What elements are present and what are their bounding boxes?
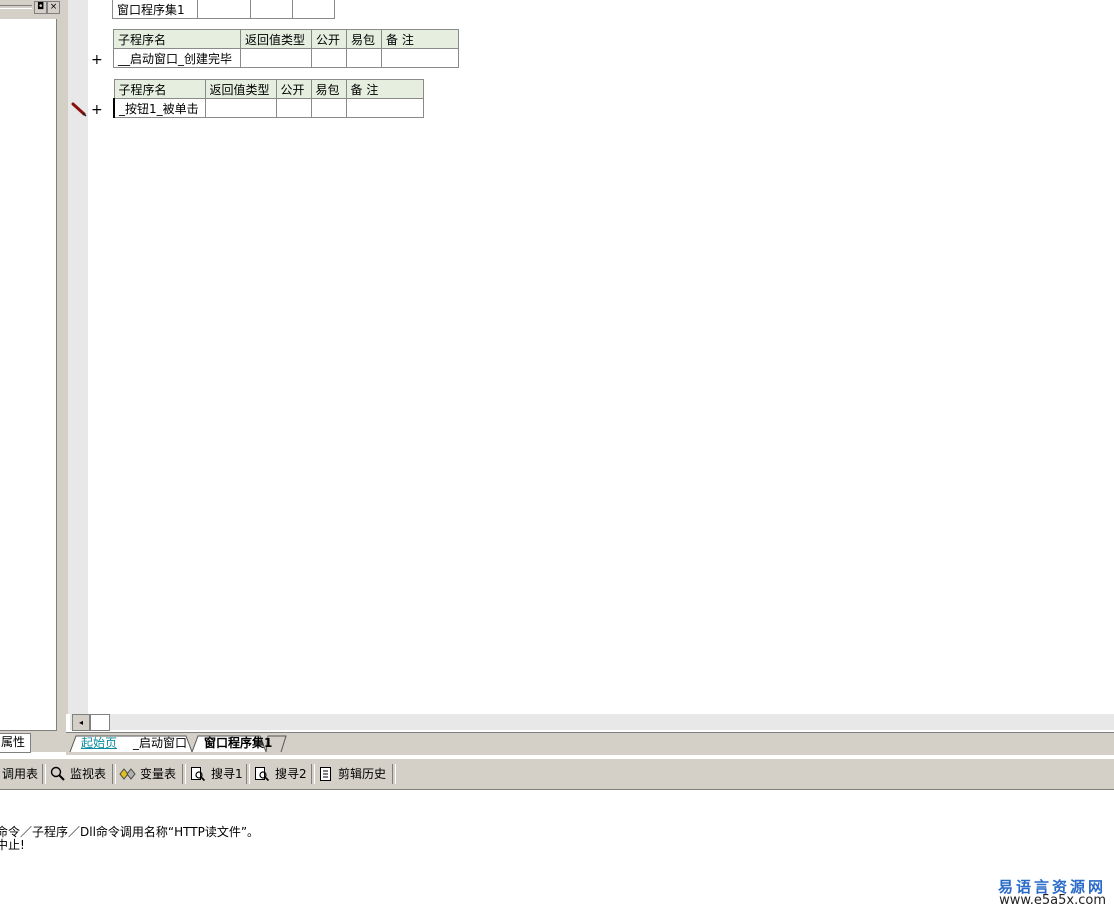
header-public: 公开 [311, 29, 347, 49]
variables-icon [119, 768, 136, 780]
scroll-left-icon[interactable]: ◂ [72, 714, 90, 731]
header-remark: 备 注 [381, 29, 459, 49]
header-epackage: 易包 [310, 79, 347, 99]
class-cell[interactable] [250, 0, 293, 19]
tab-search-1[interactable]: 搜寻1 [211, 765, 243, 783]
output-line: 命令／子程序／Dll命令调用名称“HTTP读文件”。 [0, 825, 260, 839]
header-public: 公开 [275, 79, 312, 99]
watermark-url: www.e5a5x.com [999, 893, 1106, 908]
return-type-cell[interactable] [240, 48, 312, 68]
magnifier-icon [50, 766, 65, 781]
output-panel[interactable] [0, 790, 1114, 914]
class-cell[interactable] [197, 0, 251, 19]
tab-watch-table[interactable]: 监视表 [70, 765, 106, 783]
restore-icon[interactable]: ◘ [34, 1, 47, 14]
panel-divider [0, 5, 32, 9]
class-table[interactable]: 窗口程序集1 [112, 0, 335, 19]
toolbar-separator [246, 764, 250, 784]
tab-startup-window[interactable]: _启动窗口 [133, 736, 187, 752]
toolbar-separator [42, 764, 46, 784]
sub-program-table[interactable]: 子程序名 返回值类型 公开 易包 备 注 __启动窗口_创建完毕 [113, 29, 459, 68]
header-sub-name: 子程序名 [113, 79, 206, 99]
tab-start-page[interactable]: 起始页 [81, 736, 117, 752]
epackage-cell[interactable] [346, 48, 382, 68]
header-return-type: 返回值类型 [204, 79, 277, 99]
sub-name-cell[interactable]: _按钮1_被单击 [113, 98, 206, 118]
sub-name-cell[interactable]: __启动窗口_创建完毕 [113, 48, 241, 68]
sub-program-table[interactable]: 子程序名 返回值类型 公开 易包 备 注 _按钮1_被单击 [113, 79, 424, 118]
epackage-cell[interactable] [310, 98, 347, 118]
public-cell[interactable] [275, 98, 312, 118]
tab-window-assembly[interactable]: 窗口程序集1 [204, 736, 272, 752]
property-list[interactable] [0, 19, 57, 731]
toolbar-separator [182, 764, 186, 784]
tab-variable-table[interactable]: 变量表 [140, 765, 176, 783]
scroll-thumb[interactable] [90, 714, 110, 731]
class-name-cell[interactable]: 窗口程序集1 [112, 0, 198, 19]
tab-properties[interactable]: 属性 [0, 733, 31, 753]
expand-icon[interactable]: + [91, 103, 103, 117]
expand-icon[interactable]: + [91, 53, 103, 67]
return-type-cell[interactable] [204, 98, 277, 118]
tab-call-table[interactable]: 调用表 [2, 765, 38, 783]
class-cell[interactable] [292, 0, 335, 19]
tab-search-2[interactable]: 搜寻2 [275, 765, 307, 783]
horizontal-scrollbar[interactable] [70, 714, 1114, 730]
clipboard-icon [320, 767, 331, 781]
search-doc-icon [255, 767, 270, 782]
remark-cell[interactable] [381, 48, 459, 68]
close-icon[interactable]: × [47, 1, 60, 14]
header-remark: 备 注 [345, 79, 424, 99]
header-return-type: 返回值类型 [240, 29, 312, 49]
header-sub-name: 子程序名 [113, 29, 241, 49]
output-line: 中止! [0, 838, 25, 852]
edit-pen-icon [71, 102, 87, 117]
search-doc-icon [191, 767, 206, 782]
remark-cell[interactable] [345, 98, 424, 118]
header-epackage: 易包 [346, 29, 382, 49]
tab-clip-history[interactable]: 剪辑历史 [338, 765, 386, 783]
toolbar-separator [112, 764, 116, 784]
toolbar-separator [311, 764, 315, 784]
public-cell[interactable] [311, 48, 347, 68]
toolbar-separator [392, 764, 396, 784]
